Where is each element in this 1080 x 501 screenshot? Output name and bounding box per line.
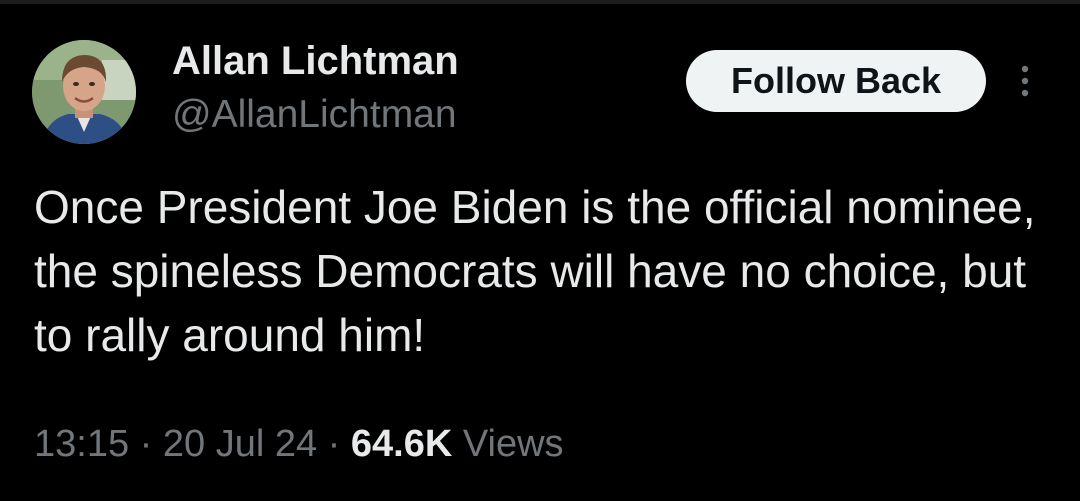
tweet-meta: 13:15 · 20 Jul 24 · 64.6K Views [34, 420, 564, 468]
meta-separator: · [317, 423, 351, 465]
views-label: Views [462, 423, 564, 465]
tweet-time[interactable]: 13:15 [34, 423, 129, 465]
views-count[interactable]: 64.6K [351, 423, 452, 465]
author-display-name[interactable]: Allan Lichtman [172, 38, 459, 84]
follow-back-button[interactable]: Follow Back [686, 50, 986, 112]
vertical-dots-icon [1021, 65, 1029, 97]
author-handle[interactable]: @AllanLichtman [172, 92, 457, 138]
profile-photo-icon [32, 40, 136, 144]
top-divider [0, 0, 1080, 4]
tweet-date[interactable]: 20 Jul 24 [163, 423, 317, 465]
meta-separator: · [129, 423, 163, 465]
avatar[interactable] [32, 40, 136, 144]
more-options-button[interactable] [1010, 62, 1040, 100]
tweet-text: Once President Joe Biden is the official… [34, 181, 1036, 361]
